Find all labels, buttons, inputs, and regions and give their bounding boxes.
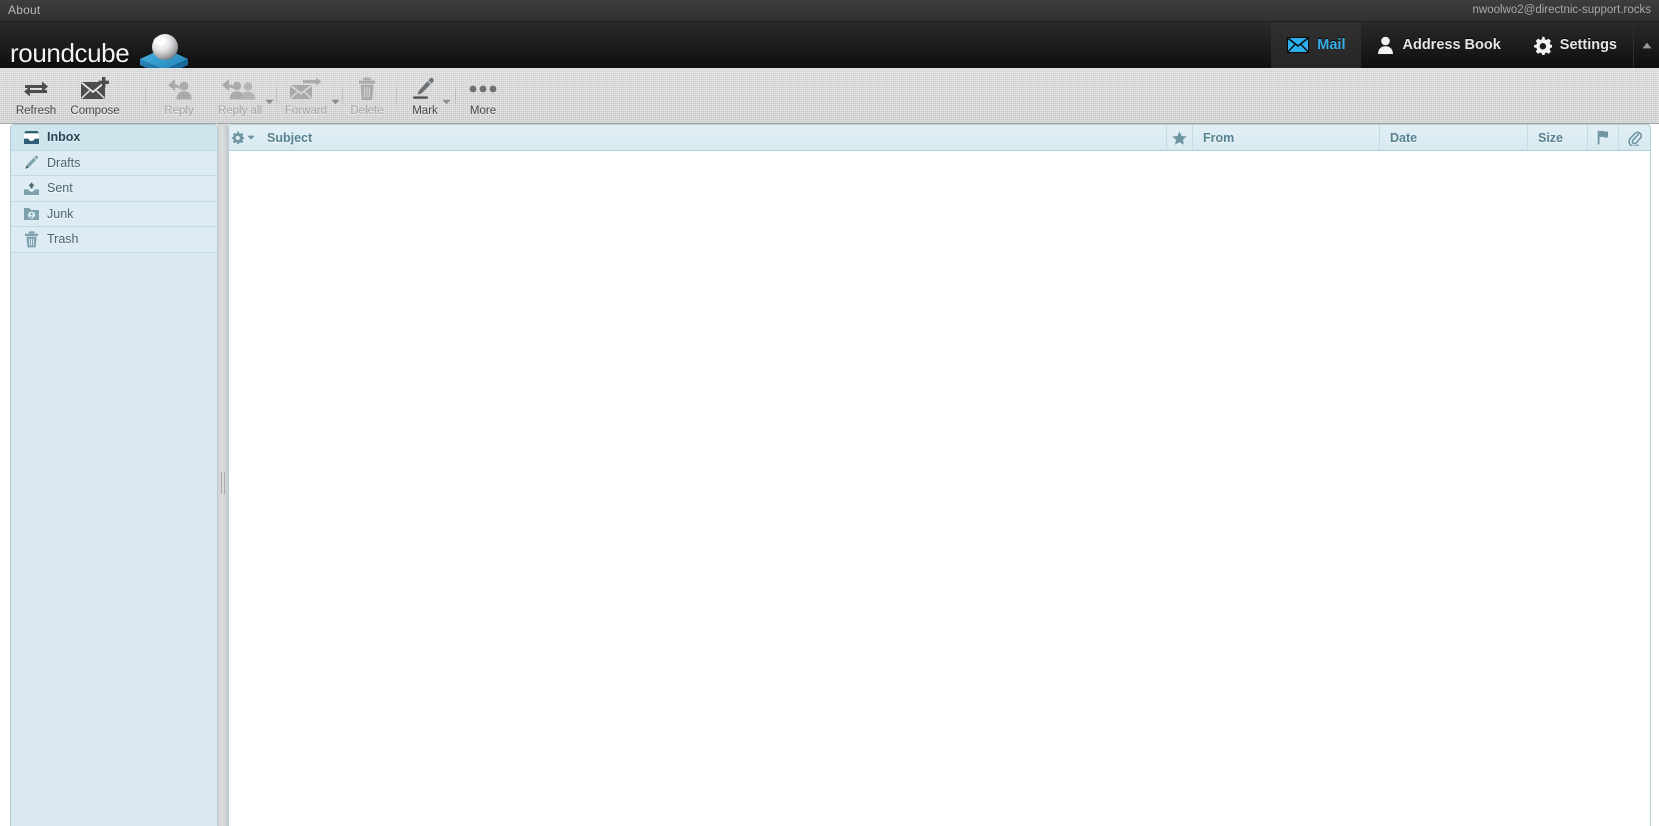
- chevron-down-icon: [265, 99, 274, 104]
- main-tab-bar[interactable]: Mail Address Book Settings: [1271, 22, 1659, 68]
- tab-settings-label: Settings: [1559, 36, 1617, 53]
- tab-mail[interactable]: Mail: [1271, 22, 1362, 68]
- marker-pen-icon: [410, 76, 440, 102]
- toolbar-separator: [342, 82, 343, 110]
- more-button[interactable]: More: [460, 72, 506, 120]
- flag-icon: [1597, 130, 1608, 145]
- mail-toolbar: Refresh Compose Reply Reply all Forward …: [0, 68, 1659, 178]
- folder-label: Junk: [47, 206, 74, 221]
- gear-icon: [1533, 36, 1552, 55]
- message-list-header: Subject From Date Size: [229, 125, 1650, 151]
- inbox-icon: [19, 130, 43, 145]
- folder-label: Inbox: [47, 130, 81, 145]
- mark-dropdown-caret[interactable]: [441, 96, 452, 107]
- column-header-size[interactable]: Size: [1528, 125, 1588, 150]
- top-status-bar: About nwoolwo2@directnic-support.rocks: [0, 0, 1659, 22]
- three-dots-icon: [468, 76, 498, 102]
- more-label: More: [469, 105, 497, 117]
- delete-label: Delete: [350, 105, 384, 117]
- compose-button[interactable]: Compose: [66, 72, 124, 120]
- sent-icon: [19, 181, 43, 196]
- column-header-date[interactable]: Date: [1380, 125, 1528, 150]
- reply-all-people-icon: [218, 76, 262, 102]
- folder-label: Drafts: [47, 155, 81, 170]
- reply-all-dropdown-caret[interactable]: [264, 96, 275, 107]
- toolbar-separator: [145, 82, 146, 110]
- column-header-flag[interactable]: [1588, 125, 1619, 150]
- trash-icon: [357, 76, 377, 102]
- delete-button[interactable]: Delete: [344, 72, 390, 120]
- reply-all-button[interactable]: Reply all: [208, 72, 272, 120]
- forward-button[interactable]: Forward: [280, 72, 332, 120]
- folder-list[interactable]: Inbox Drafts Sent Junk Trash: [10, 124, 218, 826]
- message-list-body[interactable]: [229, 152, 1650, 826]
- splitter-grip: [221, 472, 225, 494]
- folder-item-junk[interactable]: Junk: [11, 201, 217, 227]
- logo-wordmark: roundcube: [10, 38, 130, 68]
- toolbar-separator: [455, 82, 456, 110]
- gear-icon: [231, 131, 244, 144]
- reply-all-label: Reply all: [217, 105, 263, 117]
- star-icon: [1172, 130, 1187, 145]
- column-header-from[interactable]: From: [1193, 125, 1380, 150]
- forward-envelope-icon: [289, 76, 323, 102]
- chevron-up-icon: [1642, 42, 1651, 48]
- tab-address-book-label: Address Book: [1402, 36, 1501, 53]
- app-header: roundcube Mail Address Book Settings: [0, 22, 1659, 76]
- toolbar-separator: [276, 82, 277, 110]
- paperclip-icon: [1627, 130, 1642, 146]
- folder-label: Sent: [47, 181, 73, 196]
- column-header-subject[interactable]: Subject: [257, 125, 1167, 150]
- tab-address-book[interactable]: Address Book: [1361, 22, 1516, 68]
- mark-label: Mark: [412, 105, 438, 117]
- chevron-down-icon: [331, 99, 340, 104]
- folder-label: Trash: [47, 232, 79, 247]
- junk-icon: [19, 206, 43, 221]
- user-email-label: nwoolwo2@directnic-support.rocks: [1472, 4, 1652, 16]
- folder-item-inbox[interactable]: Inbox: [11, 125, 217, 151]
- toolbar-separator: [396, 82, 397, 110]
- reply-person-icon: [163, 76, 195, 102]
- refresh-button[interactable]: Refresh: [8, 72, 64, 120]
- panel-splitter[interactable]: [218, 124, 228, 826]
- envelope-plus-icon: [80, 76, 110, 102]
- folder-item-sent[interactable]: Sent: [11, 176, 217, 202]
- chevron-down-icon: [247, 135, 255, 140]
- folder-item-drafts[interactable]: Drafts: [11, 150, 217, 176]
- tab-settings[interactable]: Settings: [1517, 22, 1633, 68]
- compose-label: Compose: [70, 105, 120, 117]
- reply-label: Reply: [164, 105, 194, 117]
- refresh-arrows-icon: [23, 76, 49, 102]
- column-header-flagged[interactable]: [1167, 125, 1193, 150]
- trash-icon: [19, 231, 43, 248]
- pencil-icon: [19, 155, 43, 171]
- list-options-button[interactable]: [229, 125, 257, 150]
- folder-item-trash[interactable]: Trash: [11, 227, 217, 253]
- envelope-icon: [1287, 37, 1310, 53]
- chevron-down-icon: [442, 99, 451, 104]
- reply-button[interactable]: Reply: [152, 72, 206, 120]
- message-list[interactable]: Subject From Date Size: [228, 124, 1651, 826]
- forward-label: Forward: [284, 105, 328, 117]
- forward-dropdown-caret[interactable]: [330, 96, 341, 107]
- tab-mail-label: Mail: [1317, 36, 1346, 53]
- person-icon: [1378, 36, 1394, 54]
- about-link[interactable]: About: [8, 3, 40, 17]
- refresh-label: Refresh: [15, 105, 57, 117]
- column-header-attachment[interactable]: [1619, 125, 1650, 150]
- header-collapse-button[interactable]: [1633, 22, 1659, 68]
